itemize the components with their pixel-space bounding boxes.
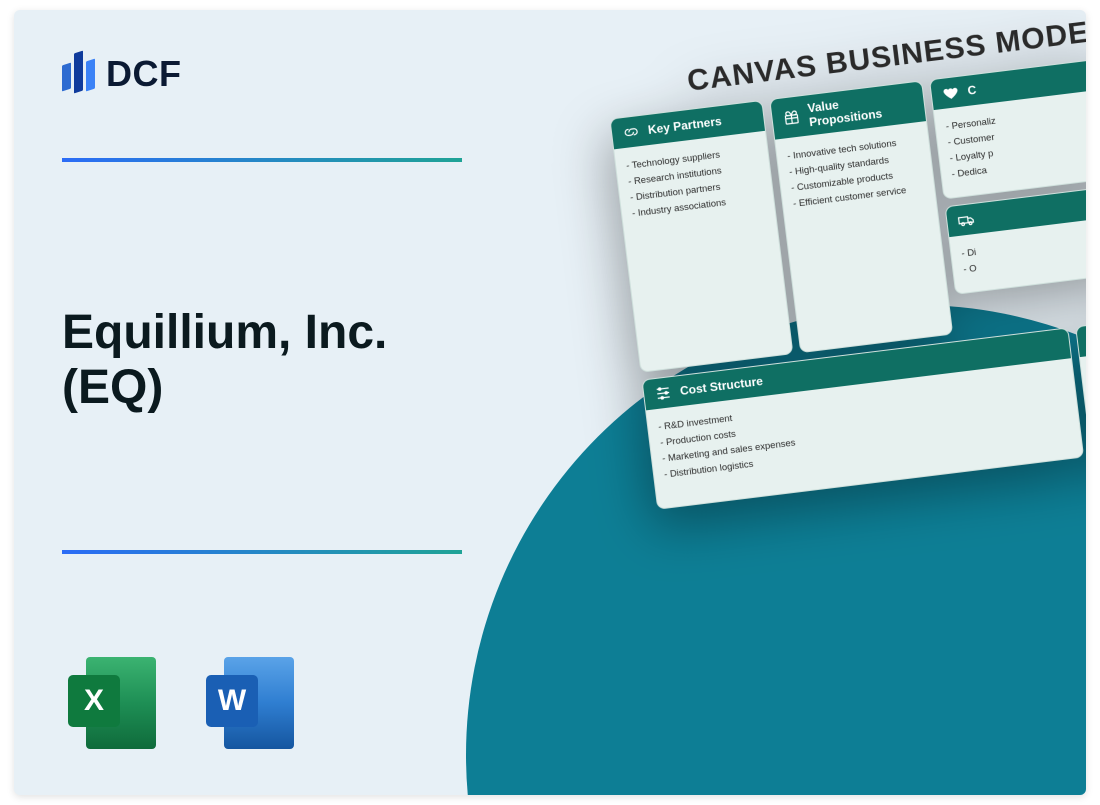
brand-name: DCF xyxy=(106,53,182,95)
link-icon xyxy=(621,122,641,142)
divider-top xyxy=(62,158,462,162)
company-name: Equillium, Inc. xyxy=(62,306,387,359)
heart-icon xyxy=(941,83,961,103)
company-title: Equillium, Inc. (EQ) xyxy=(62,305,492,415)
block-key-partners: Key Partners Technology suppliersResearc… xyxy=(609,100,793,373)
canvas-grid: Key Partners Technology suppliersResearc… xyxy=(609,36,1086,373)
block-channels: DiO xyxy=(945,186,1086,295)
divider-bottom xyxy=(62,550,462,554)
block-customer-relationships: C PersonalizCustomerLoyalty pDedica xyxy=(929,59,1086,200)
file-format-icons: X W xyxy=(64,653,302,753)
sliders-icon xyxy=(653,383,673,403)
truck-icon xyxy=(956,210,976,230)
preview-card: DCF Equillium, Inc. (EQ) X W CANVAS BUSI… xyxy=(14,10,1086,795)
block-value-propositions: Value Propositions Innovative tech solut… xyxy=(769,80,953,353)
word-icon: W xyxy=(202,653,302,753)
excel-icon: X xyxy=(64,653,164,753)
logo-mark xyxy=(62,46,96,102)
brand-logo: DCF xyxy=(62,46,182,102)
canvas-preview: CANVAS BUSINESS MODEL Key Partners Techn… xyxy=(604,10,1086,510)
company-ticker: (EQ) xyxy=(62,361,163,414)
gift-icon xyxy=(782,107,802,127)
